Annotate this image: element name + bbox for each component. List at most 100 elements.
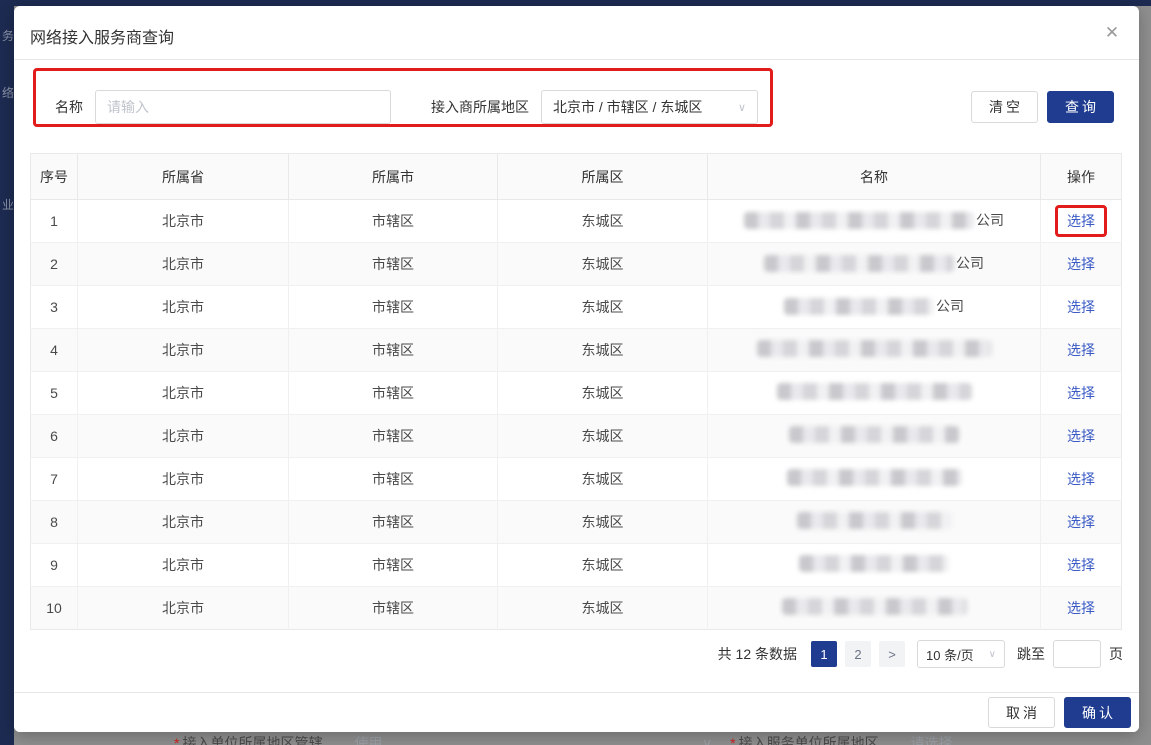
provider-table-wrap: 序号 所属省 所属市 所属区 名称 操作 1北京市市辖区东城区公司选择2北京市市… <box>30 153 1123 630</box>
header-action: 操作 <box>1041 154 1122 200</box>
select-link[interactable]: 选择 <box>1067 600 1095 616</box>
row-city: 市辖区 <box>289 501 498 544</box>
jump-to-label: 跳至 <box>1017 644 1045 664</box>
row-company-name <box>708 372 1041 415</box>
select-link[interactable]: 选择 <box>1067 471 1095 487</box>
row-district: 东城区 <box>498 544 708 587</box>
company-name-suffix: 公司 <box>936 296 964 316</box>
header-city: 所属市 <box>289 154 498 200</box>
select-link[interactable]: 选择 <box>1067 428 1095 444</box>
table-row: 5北京市市辖区东城区选择 <box>31 372 1122 415</box>
table-row: 4北京市市辖区东城区选择 <box>31 329 1122 372</box>
page-unit-label: 页 <box>1109 644 1123 664</box>
row-city: 市辖区 <box>289 243 498 286</box>
row-action-cell: 选择 <box>1041 544 1122 587</box>
sidebar-text-fragment: 业 <box>2 196 14 213</box>
select-link[interactable]: 选择 <box>1067 514 1095 530</box>
row-company-name <box>708 329 1041 372</box>
sidebar-text-fragment: 络 <box>2 84 14 101</box>
pagination: 共 12 条数据 1 2 > 10 条/页 ∨ 跳至 页 <box>14 638 1123 670</box>
redacted-company-name <box>764 255 954 272</box>
table-row: 10北京市市辖区东城区选择 <box>31 587 1122 630</box>
row-index: 7 <box>31 458 78 501</box>
row-company-name <box>708 458 1041 501</box>
name-input[interactable] <box>95 90 391 124</box>
row-index: 4 <box>31 329 78 372</box>
provider-query-dialog: 网络接入服务商查询 ✕ 名称 接入商所属地区 北京市 / 市辖区 / 东城区 ∨… <box>14 6 1139 732</box>
row-city: 市辖区 <box>289 200 498 243</box>
page-button-2[interactable]: 2 <box>845 641 871 667</box>
row-city: 市辖区 <box>289 544 498 587</box>
row-index: 5 <box>31 372 78 415</box>
row-company-name: 公司 <box>708 286 1041 329</box>
select-link[interactable]: 选择 <box>1067 385 1095 401</box>
region-field-label: 接入商所属地区 <box>431 97 529 117</box>
row-city: 市辖区 <box>289 415 498 458</box>
row-action-cell: 选择 <box>1041 501 1122 544</box>
table-row: 3北京市市辖区东城区公司选择 <box>31 286 1122 329</box>
row-district: 东城区 <box>498 286 708 329</box>
row-action-cell: 选择 <box>1041 372 1122 415</box>
redacted-company-name <box>797 512 952 529</box>
row-province: 北京市 <box>78 544 289 587</box>
row-index: 8 <box>31 501 78 544</box>
background-form-field: *接入单位所属地区管辖 使用 <box>174 733 382 745</box>
page-button-1[interactable]: 1 <box>811 641 837 667</box>
total-count-text: 共 12 条数据 <box>718 644 797 664</box>
company-name-suffix: 公司 <box>956 253 984 273</box>
provider-table: 序号 所属省 所属市 所属区 名称 操作 1北京市市辖区东城区公司选择2北京市市… <box>30 153 1122 630</box>
row-company-name: 公司 <box>708 243 1041 286</box>
chevron-down-icon: ∨ <box>702 735 712 745</box>
page-size-select[interactable]: 10 条/页 ∨ <box>917 640 1005 668</box>
redacted-company-name <box>784 298 934 315</box>
select-link[interactable]: 选择 <box>1067 256 1095 272</box>
row-province: 北京市 <box>78 415 289 458</box>
sidebar-text-fragment: 务 <box>2 27 14 44</box>
jump-page-input[interactable] <box>1053 640 1101 668</box>
header-province: 所属省 <box>78 154 289 200</box>
background-form-field: ∨ *接入服务单位所属地区 请选择 <box>702 733 952 745</box>
redacted-company-name <box>757 340 992 357</box>
row-action-cell: 选择 <box>1041 329 1122 372</box>
company-name-suffix: 公司 <box>976 210 1004 230</box>
row-province: 北京市 <box>78 243 289 286</box>
row-district: 东城区 <box>498 372 708 415</box>
row-province: 北京市 <box>78 501 289 544</box>
row-district: 东城区 <box>498 415 708 458</box>
row-district: 东城区 <box>498 458 708 501</box>
header-index: 序号 <box>31 154 78 200</box>
row-action-cell: 选择 <box>1041 587 1122 630</box>
query-button[interactable]: 查询 <box>1047 91 1114 123</box>
required-asterisk: * <box>174 735 179 745</box>
select-link[interactable]: 选择 <box>1067 557 1095 573</box>
select-link[interactable]: 选择 <box>1067 213 1095 229</box>
row-company-name <box>708 415 1041 458</box>
select-link[interactable]: 选择 <box>1067 342 1095 358</box>
row-action-cell: 选择 <box>1041 200 1122 243</box>
table-row: 2北京市市辖区东城区公司选择 <box>31 243 1122 286</box>
table-row: 9北京市市辖区东城区选择 <box>31 544 1122 587</box>
table-header-row: 序号 所属省 所属市 所属区 名称 操作 <box>31 154 1122 200</box>
row-city: 市辖区 <box>289 286 498 329</box>
row-action-cell: 选择 <box>1041 286 1122 329</box>
clear-button[interactable]: 清空 <box>971 91 1038 123</box>
name-field-label: 名称 <box>55 97 83 117</box>
confirm-button[interactable]: 确认 <box>1064 697 1131 728</box>
dialog-footer: 取消 确认 <box>14 692 1139 732</box>
next-page-button[interactable]: > <box>879 641 905 667</box>
redacted-company-name <box>787 469 962 486</box>
row-district: 东城区 <box>498 501 708 544</box>
table-row: 8北京市市辖区东城区 选择 <box>31 501 1122 544</box>
row-city: 市辖区 <box>289 329 498 372</box>
row-company-name <box>708 587 1041 630</box>
row-city: 市辖区 <box>289 458 498 501</box>
row-district: 东城区 <box>498 329 708 372</box>
header-district: 所属区 <box>498 154 708 200</box>
select-link[interactable]: 选择 <box>1067 299 1095 315</box>
background-form-strip: *接入单位所属地区管辖 使用 ∨ *接入服务单位所属地区 请选择 <box>14 733 1151 745</box>
close-icon[interactable]: ✕ <box>1101 22 1123 44</box>
row-province: 北京市 <box>78 372 289 415</box>
row-index: 3 <box>31 286 78 329</box>
cancel-button[interactable]: 取消 <box>988 697 1055 728</box>
region-select[interactable]: 北京市 / 市辖区 / 东城区 ∨ <box>541 90 758 124</box>
